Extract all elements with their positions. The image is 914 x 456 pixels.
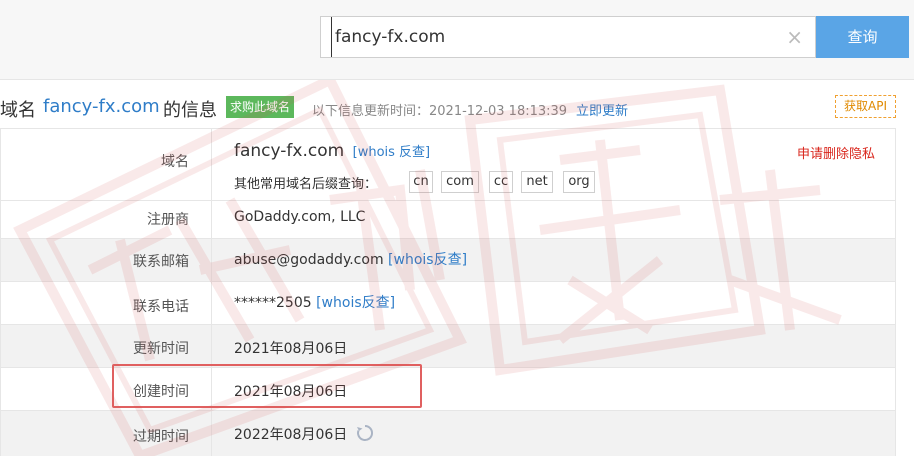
domain-whois-link[interactable]: [whois 反查] [353, 145, 431, 160]
search-box: × [320, 16, 816, 58]
page-title-suffix: 的信息 [163, 100, 217, 121]
row-label-expires: 过期时间 [1, 411, 212, 456]
page-title-prefix: 域名 [0, 100, 36, 121]
page-title-row: 域名 fancy-fx.com 的信息 求购此域名 以下信息更新时间：2021-… [0, 94, 914, 122]
suffix-tag-cn[interactable]: cn [409, 171, 433, 193]
phone-value: ******2505 [234, 295, 312, 311]
table-row-expires: 过期时间 2022年08月06日 [1, 411, 895, 456]
suffix-tag-cc[interactable]: cc [489, 171, 513, 193]
phone-whois-link[interactable]: [whois反查] [316, 295, 395, 311]
row-label-phone: 联系电话 [1, 282, 212, 324]
refresh-icon[interactable] [356, 424, 374, 446]
suffix-query-label: 其他常用域名后缀查询： [234, 177, 378, 192]
expires-value: 2022年08月06日 [234, 427, 348, 443]
update-now-link[interactable]: 立即更新 [576, 100, 628, 119]
table-row-updated: 更新时间 2021年08月06日 [1, 325, 895, 368]
close-icon[interactable]: × [786, 26, 803, 48]
row-value-registrar: GoDaddy.com, LLC [234, 209, 366, 225]
update-time-label: 以下信息更新时间：2021-12-03 18:13:39 [312, 104, 568, 119]
suffix-tag-com[interactable]: com [441, 171, 479, 193]
row-value-email: abuse@godaddy.com [whois反查] [234, 249, 467, 269]
row-label-updated: 更新时间 [1, 325, 212, 367]
table-row-email: 联系邮箱 abuse@godaddy.com [whois反查] [1, 239, 895, 282]
search-input[interactable] [331, 17, 771, 57]
email-value: abuse@godaddy.com [234, 252, 384, 268]
delete-privacy-link[interactable]: 申请删除隐私 [797, 143, 875, 162]
table-row-phone: 联系电话 ******2505 [whois反查] [1, 282, 895, 325]
email-whois-link[interactable]: [whois反查] [388, 252, 467, 268]
row-value-updated: 2021年08月06日 [234, 341, 348, 357]
highlight-created-row [112, 364, 422, 408]
get-api-button[interactable]: 获取API [835, 95, 896, 118]
row-label-email: 联系邮箱 [1, 239, 212, 281]
row-value-expires: 2022年08月06日 [234, 424, 374, 446]
buy-domain-button[interactable]: 求购此域名 [226, 96, 295, 118]
row-value-phone: ******2505 [whois反查] [234, 292, 395, 312]
row-label-domain: 域名 [1, 129, 212, 200]
row-label-registrar: 注册商 [1, 201, 212, 238]
domain-value: fancy-fx.com [234, 141, 345, 161]
suffix-tag-org[interactable]: org [563, 171, 595, 193]
table-row-domain: 域名 fancy-fx.com [whois 反查] 申请删除隐私 其他常用域名… [1, 129, 895, 201]
search-button[interactable]: 查询 [816, 16, 909, 58]
suffix-tag-net[interactable]: net [521, 171, 553, 193]
table-row-registrar: 注册商 GoDaddy.com, LLC [1, 201, 895, 239]
page-title-domain-link[interactable]: fancy-fx.com [43, 96, 160, 117]
row-value-domain: fancy-fx.com [whois 反查] [234, 141, 430, 161]
search-bar: × 查询 [0, 0, 914, 80]
